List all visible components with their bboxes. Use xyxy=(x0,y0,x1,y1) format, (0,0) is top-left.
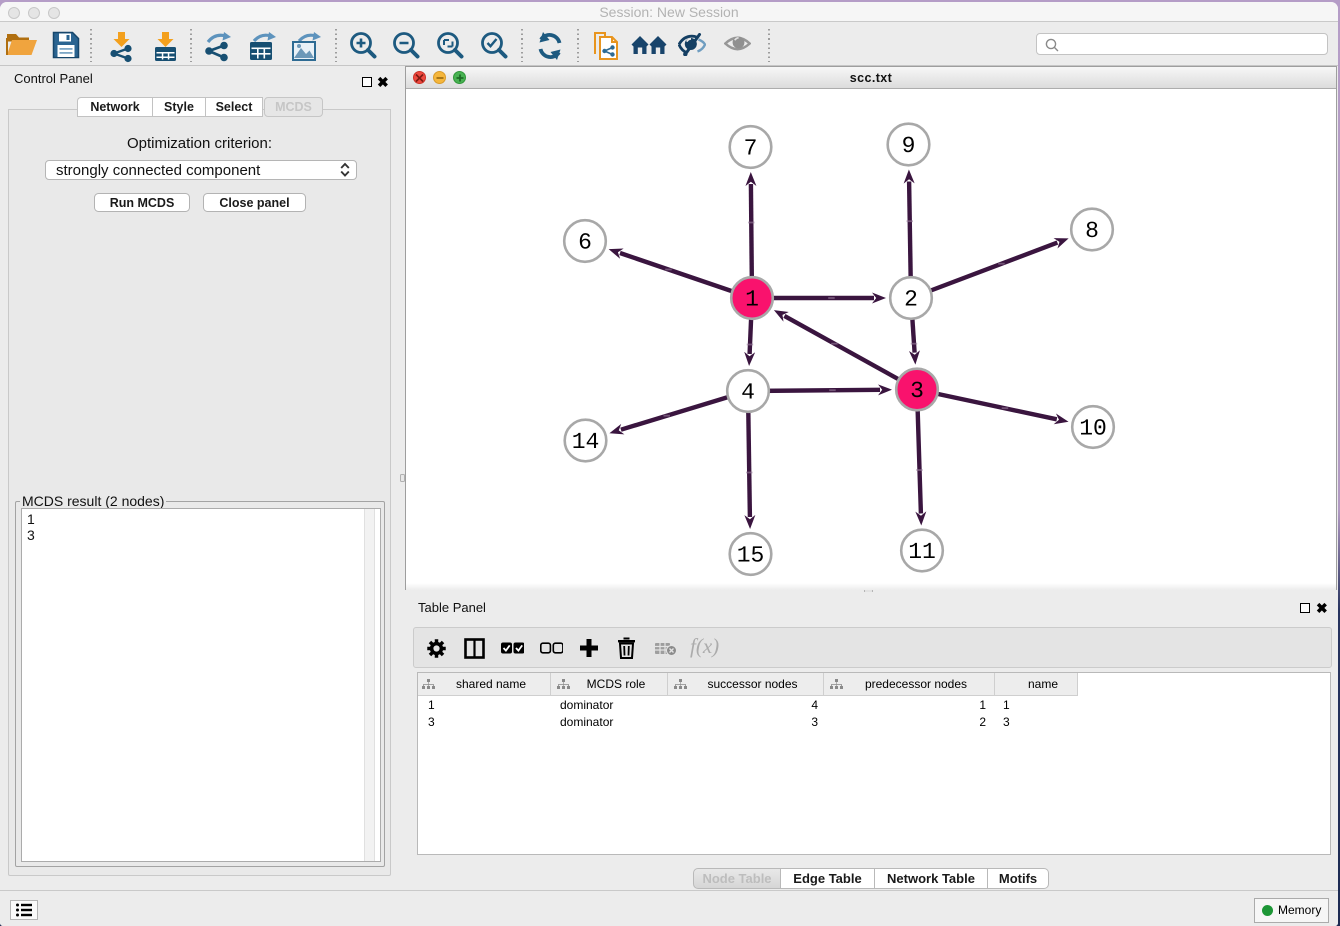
svg-text:3: 3 xyxy=(910,378,924,404)
svg-text:1: 1 xyxy=(745,287,759,313)
svg-text:6: 6 xyxy=(578,230,592,256)
svg-text:10: 10 xyxy=(1079,416,1107,442)
svg-text:14: 14 xyxy=(571,429,599,455)
svg-text:9: 9 xyxy=(901,133,915,159)
svg-text:15: 15 xyxy=(736,543,764,569)
svg-text:7: 7 xyxy=(743,136,757,162)
svg-text:2: 2 xyxy=(904,287,918,313)
svg-text:8: 8 xyxy=(1085,218,1099,244)
svg-text:4: 4 xyxy=(741,380,755,406)
svg-text:11: 11 xyxy=(908,539,936,565)
